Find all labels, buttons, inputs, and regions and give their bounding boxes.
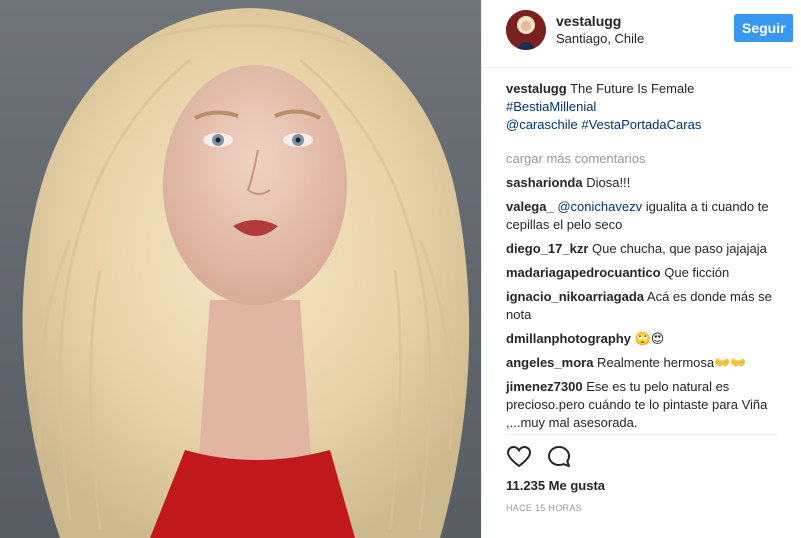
post-header: vestalugg Santiago, Chile Seguir [482, 0, 801, 68]
comment: jimenez7300 Ese es tu pelo natural es pr… [506, 378, 776, 432]
caption-username[interactable]: vestalugg [506, 81, 567, 96]
comment: madariagapedrocuantico Que ficción [506, 264, 776, 282]
likes-count[interactable]: 11.235 Me gusta [506, 478, 605, 493]
header-username[interactable]: vestalugg [556, 13, 621, 29]
comment-text: Que ficción [660, 265, 730, 280]
comment: dmillanphotography 🙄😍 [506, 330, 776, 348]
comment: ignacio_nikoarriagada Acá es donde más s… [506, 288, 776, 324]
comment-text: 🙄😍 [630, 331, 665, 346]
post-photo[interactable] [0, 0, 481, 538]
comment-bubble-icon[interactable] [546, 444, 572, 470]
post-sidebar: vestalugg Santiago, Chile Seguir vestalu… [481, 0, 801, 538]
load-more-comments-link[interactable]: cargar más comentarios [506, 150, 776, 168]
comment-username[interactable]: ignacio_nikoarriagada [506, 289, 644, 304]
follow-button[interactable]: Seguir [734, 14, 794, 42]
caption-mention[interactable]: @caraschile [506, 117, 578, 132]
post-actions [506, 434, 778, 475]
comment: sasharionda Diosa!!! [506, 174, 776, 192]
caption-hashtag[interactable]: #BestiaMillenial [506, 99, 596, 114]
scrollbar[interactable] [793, 0, 801, 538]
header-location[interactable]: Santiago, Chile [556, 31, 644, 46]
heart-icon[interactable] [506, 444, 532, 470]
comment-username[interactable]: madariagapedrocuantico [506, 265, 661, 280]
caption: vestalugg The Future Is Female #BestiaMi… [506, 80, 776, 134]
comment-text: Realmente hermosa👐👐 [593, 355, 747, 370]
comment: valega_ @conichavezv igualita a ti cuand… [506, 198, 776, 234]
comment: diego_17_kzr Que chucha, que paso jajaja… [506, 240, 776, 258]
comments-list: vestalugg The Future Is Female #BestiaMi… [506, 80, 776, 432]
comment-mention[interactable]: @conichavezv [557, 199, 642, 214]
comment-username[interactable]: jimenez7300 [506, 379, 583, 394]
comment: angeles_mora Realmente hermosa👐👐 [506, 354, 776, 372]
comment-text: Diosa!!! [582, 175, 631, 190]
comment-text: Que chucha, que paso jajajaja [588, 241, 767, 256]
post-timestamp[interactable]: HACE 15 HORAS [506, 503, 582, 513]
comment-username[interactable]: diego_17_kzr [506, 241, 588, 256]
caption-text: The Future Is Female [566, 81, 695, 96]
comment-username[interactable]: angeles_mora [506, 355, 593, 370]
comment-username[interactable]: dmillanphotography [506, 331, 631, 346]
comment-username[interactable]: valega_ [506, 199, 554, 214]
caption-hashtag[interactable]: #VestaPortadaCaras [581, 117, 701, 132]
comment-username[interactable]: sasharionda [506, 175, 583, 190]
avatar[interactable] [506, 10, 546, 50]
